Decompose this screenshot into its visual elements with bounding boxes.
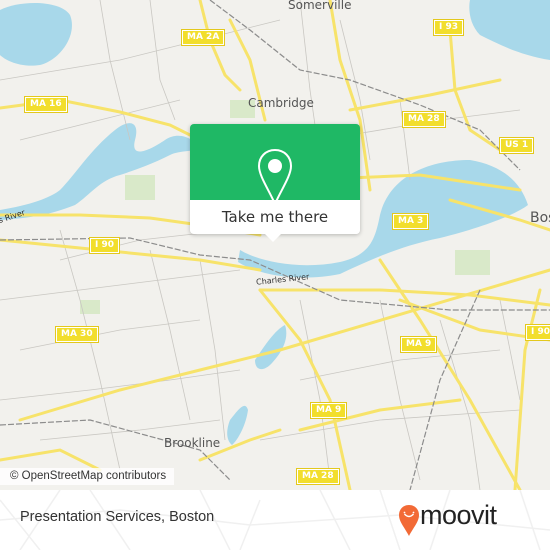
place-label-somerville: Somerville (288, 0, 352, 12)
map-view[interactable]: Somerville Cambridge Bos Brookline Charl… (0, 0, 550, 490)
location-popup: Take me there (190, 124, 360, 242)
road (0, 448, 102, 472)
road-shield-i90-east: I 90 (524, 324, 550, 341)
water-fens (255, 325, 287, 370)
place-label-boston: Bos (530, 210, 550, 226)
map-attribution[interactable]: © OpenStreetMap contributors (0, 468, 175, 485)
footer-bar: Presentation Services, Boston moovit (0, 490, 550, 550)
place-label-brookline: Brookline (164, 436, 221, 450)
road (258, 288, 352, 490)
road-shield-ma3: MA 3 (391, 213, 430, 230)
road-shield-i93: I 93 (432, 19, 465, 36)
map-pin-icon (257, 148, 293, 207)
moovit-pin-icon (399, 505, 419, 536)
road-shield-i90-west: I 90 (88, 237, 121, 254)
road-shield-ma28-north: MA 28 (402, 111, 446, 128)
park (455, 250, 490, 275)
water-jamaica (227, 405, 248, 445)
water-fresh-pond (0, 3, 72, 66)
road-shield-ma30: MA 30 (55, 326, 99, 343)
park (125, 175, 155, 200)
road-shield-ma16: MA 16 (24, 96, 68, 113)
road (198, 0, 242, 92)
road-shield-ma2a: MA 2A (180, 29, 226, 46)
popup-pointer (265, 234, 281, 242)
attribution-text: © OpenStreetMap contributors (10, 470, 167, 482)
road-shield-ma28-south: MA 28 (296, 468, 340, 485)
road (348, 78, 502, 112)
road (0, 238, 262, 272)
place-label-cambridge: Cambridge (248, 96, 314, 110)
road-shield-us1: US 1 (498, 137, 535, 154)
road-shield-ma9-south: MA 9 (309, 402, 348, 419)
moovit-wordmark: moovit (420, 500, 497, 530)
road-shield-ma9-east: MA 9 (399, 336, 438, 353)
water-harbor (469, 0, 550, 60)
place-title: Presentation Services, Boston (20, 509, 215, 525)
road (513, 288, 542, 490)
popup-header (190, 124, 360, 207)
road (18, 268, 550, 422)
map-canvas (0, 0, 550, 490)
